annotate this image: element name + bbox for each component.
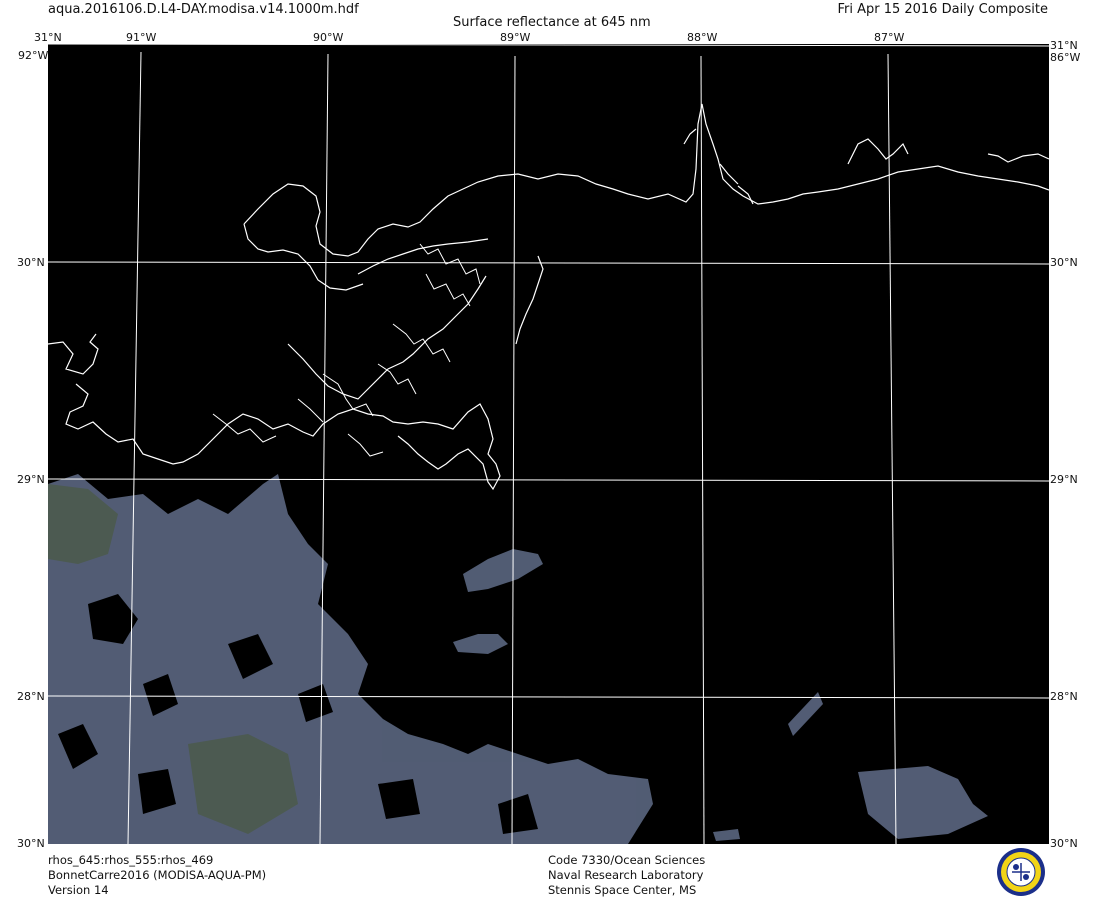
- lon-label-top-91: 91°W: [126, 31, 157, 44]
- map-title: Surface reflectance at 645 nm: [453, 15, 651, 30]
- footer-project: BonnetCarre2016 (MODISA-AQUA-PM): [48, 868, 267, 882]
- lon-label-top-89: 89°W: [500, 31, 531, 44]
- filename-label: aqua.2016106.D.L4-DAY.modisa.v14.1000m.h…: [48, 2, 359, 17]
- footer-location: Stennis Space Center, MS: [548, 883, 697, 897]
- lon-label-top-90: 90°W: [313, 31, 344, 44]
- lat-label-left-30: 30°N: [17, 256, 45, 269]
- satellite-map: [48, 44, 1049, 844]
- map-canvas: [48, 44, 1049, 844]
- footer-version: Version 14: [48, 883, 109, 897]
- lat-label-left-28: 28°N: [17, 690, 45, 703]
- naval-research-lab-seal-icon: [996, 847, 1046, 897]
- coastline: [48, 103, 1049, 491]
- date-label: Fri Apr 15 2016 Daily Composite: [837, 2, 1048, 17]
- corner-lat-top-left: 31°N: [34, 31, 62, 44]
- lat-label-right-29: 29°N: [1050, 473, 1078, 486]
- corner-lon-top-right: 86°W: [1050, 51, 1081, 64]
- lat-label-right-30: 30°N: [1050, 256, 1078, 269]
- footer-code: Code 7330/Ocean Sciences: [548, 853, 706, 867]
- footer-product: rhos_645:rhos_555:rhos_469: [48, 853, 214, 867]
- corner-lon-top-left: 92°W: [18, 49, 49, 62]
- footer-lab: Naval Research Laboratory: [548, 868, 704, 882]
- corner-lat-bottom-right: 30°N: [1050, 837, 1078, 850]
- corner-lat-bottom-left: 30°N: [17, 837, 45, 850]
- reflectance-patches: [48, 474, 988, 844]
- lon-label-top-87: 87°W: [874, 31, 905, 44]
- lon-label-top-88: 88°W: [687, 31, 718, 44]
- lat-label-left-29: 29°N: [17, 473, 45, 486]
- lat-label-right-28: 28°N: [1050, 690, 1078, 703]
